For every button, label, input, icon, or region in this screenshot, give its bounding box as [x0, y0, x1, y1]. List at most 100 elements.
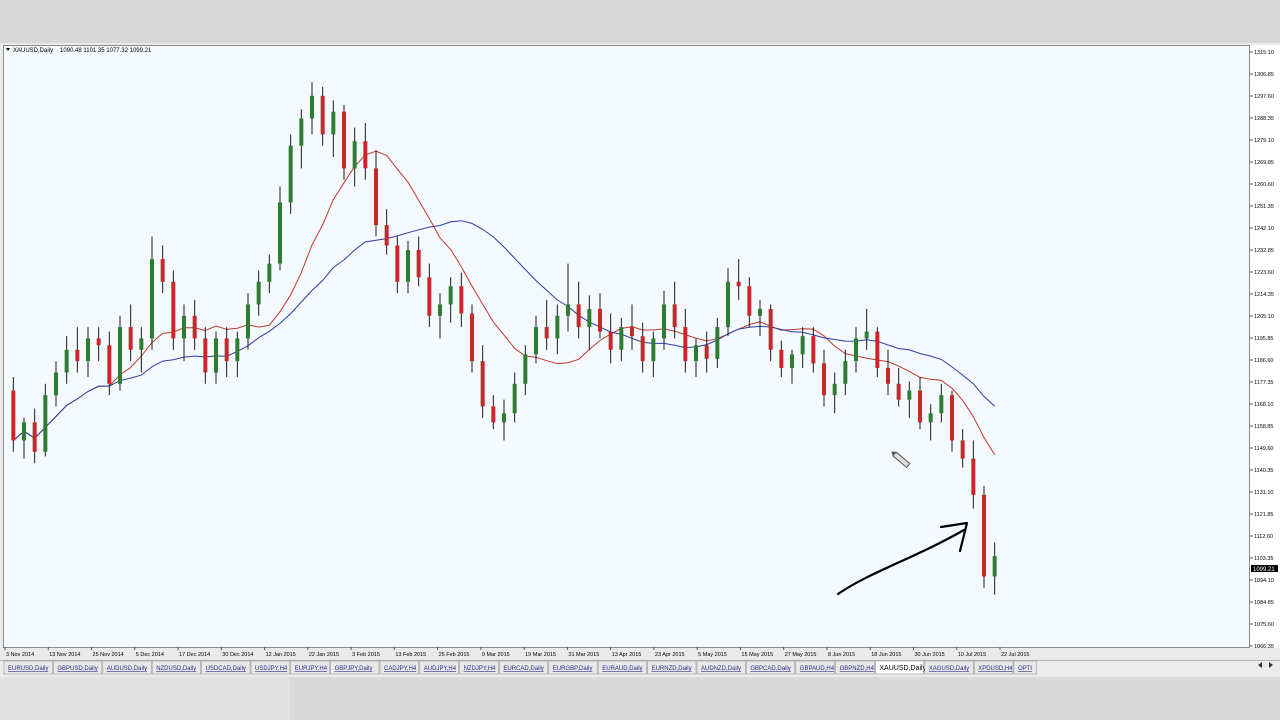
candle-body [523, 354, 528, 384]
symbol-tab[interactable]: OPTI [1013, 660, 1038, 675]
symbol-tab[interactable]: NZDJPY,H4 [459, 660, 499, 675]
candle [886, 349, 890, 396]
symbol-tab[interactable]: EURGBP,Daily [548, 660, 598, 675]
x-tick-label: 5 Dec 2014 [136, 652, 164, 658]
symbol-tab[interactable]: AUDUSD,Daily [102, 660, 152, 675]
candle [374, 150, 378, 237]
candle [566, 263, 570, 332]
y-tick-label: 1223.60 [1254, 270, 1274, 276]
candle [662, 290, 666, 350]
candle-body [128, 327, 133, 350]
symbol-tab[interactable]: GBPNZD,H4 [835, 660, 875, 675]
symbol-header: XAUUSD,Daily 1090.48 1101.35 1077.32 109… [6, 48, 152, 54]
candle [512, 372, 517, 423]
candle [182, 304, 186, 362]
collapse-triangle-icon[interactable] [6, 48, 10, 51]
x-axis-ticks: 3 Nov 2014 13 Nov 2014 25 Nov 2014 5 Dec 20… [4, 647, 1029, 658]
candle [832, 372, 837, 414]
symbol-tab[interactable]: EURUSD,Daily [3, 660, 53, 675]
tab-scroll-left-icon[interactable] [1258, 662, 1262, 668]
symbol-tab[interactable]: GBPCAD,Daily [746, 660, 796, 675]
symbol-tab[interactable]: XPDUSD,H4 [973, 660, 1014, 675]
symbol-tab[interactable]: AUDNZD,Daily [696, 660, 746, 675]
candle-body [512, 383, 517, 414]
candle [651, 331, 656, 377]
candle-body [992, 556, 997, 577]
y-tick-label: 1279.10 [1254, 138, 1274, 144]
candle-body [438, 304, 442, 316]
candle [587, 295, 592, 350]
symbol-tab[interactable]: AUDJPY,H4 [419, 660, 459, 675]
symbol-tab[interactable]: USDCAD,Daily [201, 660, 251, 675]
candle-body [278, 202, 282, 264]
candle-body [854, 338, 858, 362]
y-tick-label: 1242.10 [1254, 226, 1274, 232]
y-tick-label: 1177.35 [1254, 380, 1273, 386]
candle [960, 429, 965, 468]
candle [747, 277, 752, 328]
candle-body [662, 304, 666, 339]
candle-body [288, 145, 293, 203]
candle-body [22, 422, 26, 441]
x-tick-label: 3 Nov 2014 [6, 652, 34, 658]
candle-body [43, 395, 48, 452]
candle-body [363, 141, 368, 169]
y-tick-label: 1168.10 [1254, 402, 1273, 408]
y-tick-label: 1103.35 [1254, 556, 1273, 562]
candle [363, 123, 368, 180]
symbol-tab[interactable]: NZDUSD,Daily [151, 660, 201, 675]
y-tick-label: 1131.10 [1254, 490, 1273, 496]
active-symbol-tab[interactable]: XAUUSD,Daily [875, 660, 927, 675]
candle [470, 304, 474, 373]
candle-body [235, 338, 240, 362]
symbol-tab[interactable]: EURCAD,Daily [499, 660, 549, 675]
candle [406, 240, 410, 294]
symbol-tab[interactable]: CADJPY,H4 [379, 660, 420, 675]
candle-body [192, 315, 197, 339]
candle [598, 293, 602, 339]
arrow-stroke [836, 528, 966, 596]
tab-label: XPDUSD,H4 [978, 666, 1013, 672]
candlestick-chart[interactable]: 1315.10 1306.85 1297.60 1288.35 1279.10 1269.… [0, 0, 1280, 720]
candle [331, 100, 336, 158]
candle [502, 399, 506, 441]
symbol-tab[interactable]: XAGUSD,Daily [924, 660, 974, 675]
x-tick-label: 13 Nov 2014 [49, 652, 80, 658]
candle [448, 277, 453, 323]
tab-scroll-right-icon[interactable] [1269, 662, 1273, 668]
candle-body [310, 95, 314, 119]
tab-label: NZDJPY,H4 [464, 666, 497, 672]
candle-body [939, 395, 944, 414]
candle [576, 281, 581, 339]
tab-label: AUDUSD,Daily [107, 666, 147, 672]
y-tick-label: 1214.35 [1254, 292, 1274, 298]
candles-group [11, 82, 997, 595]
candle-body [779, 349, 784, 368]
symbol-tab[interactable]: EURJPY,H4 [290, 660, 330, 675]
candle [214, 331, 218, 384]
x-tick-label: 8 Jun 2015 [828, 652, 855, 658]
symbol-tab[interactable]: EURAUD,Daily [597, 660, 647, 675]
x-tick-label: 30 Jun 2015 [914, 652, 944, 658]
x-tick-label: 12 Jan 2015 [266, 652, 296, 658]
candle-body [406, 250, 410, 282]
candle [267, 254, 272, 294]
symbol-tab[interactable]: GBPAUD,H4 [795, 660, 835, 675]
candle-body [619, 327, 624, 350]
tab-label: EURUSD,Daily [8, 666, 48, 672]
symbol-tab[interactable]: EURNZD,Daily [647, 660, 697, 675]
tab-label: GBPCAD,Daily [750, 666, 790, 672]
candle [672, 281, 677, 339]
candle [246, 293, 250, 350]
symbol-tab[interactable]: USDJPY,H4 [250, 660, 291, 675]
symbol-tab[interactable]: GBPUSD,Daily [53, 660, 103, 675]
candle-body [726, 281, 730, 328]
candle-body [54, 372, 58, 396]
symbol-tab[interactable]: GBPJPY,Daily [330, 660, 380, 675]
candle-body [576, 304, 581, 328]
candle [630, 304, 634, 350]
candle-body [502, 413, 506, 423]
ohlc-values: 1090.48 1101.35 1077.32 1099.21 [60, 48, 152, 54]
candle-body [352, 141, 357, 169]
candle [971, 440, 976, 509]
